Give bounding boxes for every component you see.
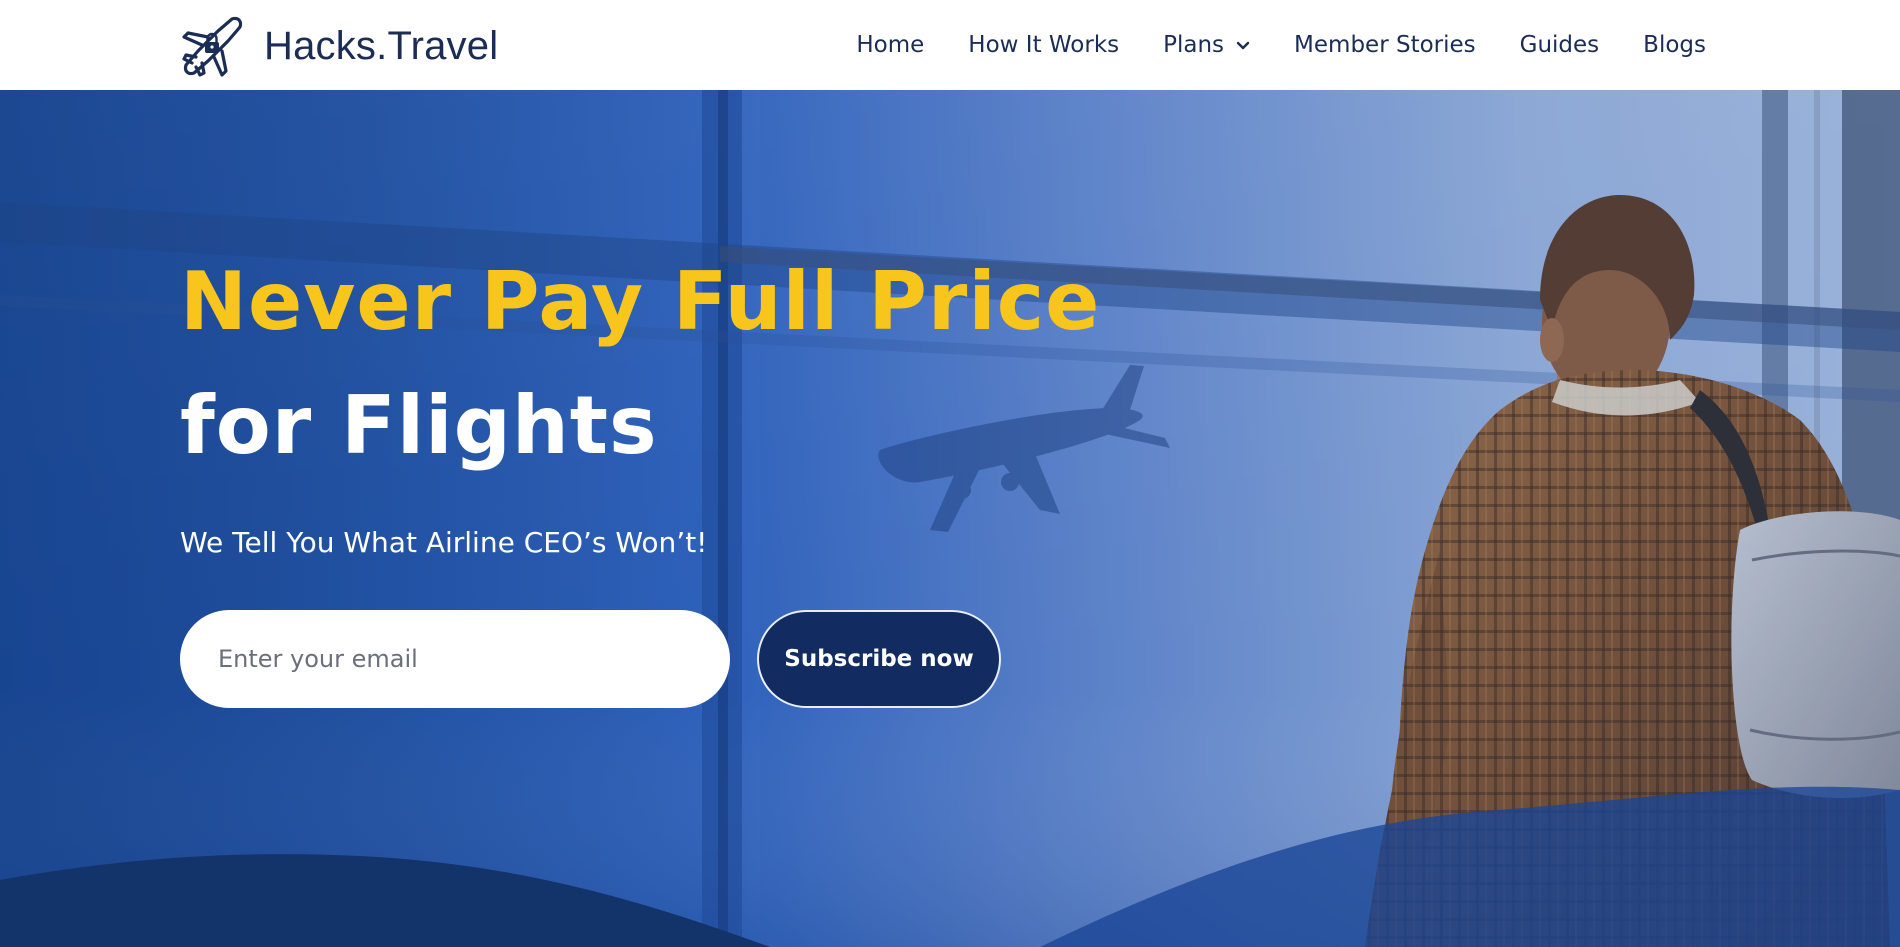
email-input[interactable] bbox=[180, 610, 730, 708]
brand-name: Hacks.Travel bbox=[264, 23, 499, 68]
site-header: Hacks.Travel Home How It Works Plans Mem… bbox=[0, 0, 1900, 90]
hero-title-highlight: Never Pay Full Price bbox=[180, 255, 1101, 348]
nav-item-plans[interactable]: Plans bbox=[1163, 32, 1250, 58]
nav-item-guides[interactable]: Guides bbox=[1520, 32, 1600, 58]
hero-background-image bbox=[0, 90, 1900, 947]
brand-logo-link[interactable]: Hacks.Travel bbox=[178, 11, 498, 81]
plane-lock-icon bbox=[182, 16, 243, 77]
hero-title: for Flights bbox=[180, 379, 658, 472]
nav-item-plans-label: Plans bbox=[1163, 32, 1225, 58]
nav-item-member-stories[interactable]: Member Stories bbox=[1294, 32, 1476, 58]
main-nav: Home How It Works Plans Member Stories G… bbox=[856, 0, 1706, 90]
hero-section: Never Pay Full Price for Flights We Tell… bbox=[0, 90, 1900, 947]
hero-subtitle: We Tell You What Airline CEO’s Won’t! bbox=[180, 526, 708, 559]
nav-item-home[interactable]: Home bbox=[856, 32, 924, 58]
nav-item-blogs[interactable]: Blogs bbox=[1643, 32, 1706, 58]
nav-item-how-it-works[interactable]: How It Works bbox=[968, 32, 1119, 58]
chevron-down-icon bbox=[1236, 41, 1250, 49]
subscribe-button[interactable]: Subscribe now bbox=[757, 610, 1001, 708]
